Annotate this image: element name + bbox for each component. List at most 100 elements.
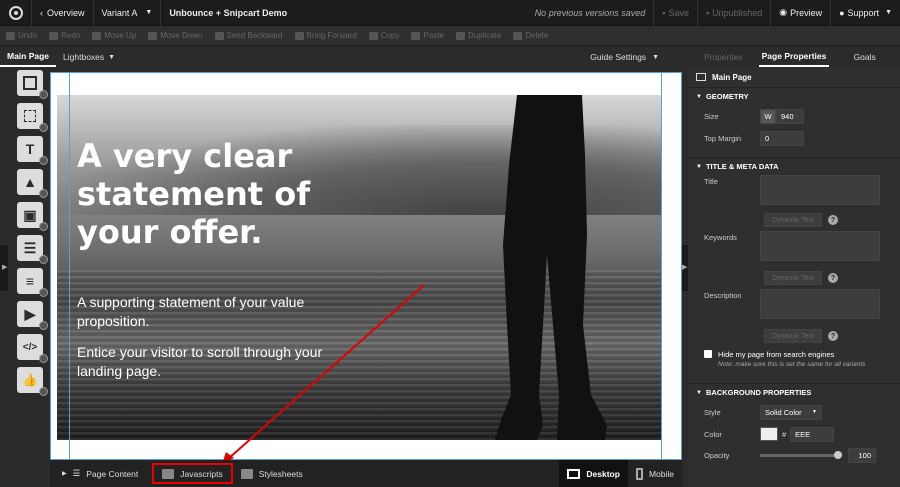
box-tool-icon[interactable]	[17, 103, 48, 132]
meta-section-header[interactable]: ▼ TITLE & META DATA	[688, 157, 900, 175]
logo-icon	[8, 5, 23, 20]
page-content-button[interactable]: ▶ ☰ Page Content	[50, 460, 146, 487]
keywords-dynamic-row: Dynamic Text ?	[688, 267, 900, 289]
undo-button[interactable]: Undo	[0, 31, 43, 40]
caret-down-icon: ▼	[108, 53, 116, 61]
save-button[interactable]: ▪ Save	[653, 0, 698, 26]
opacity-row: Opacity 100	[688, 445, 900, 465]
paste-button[interactable]: Paste	[405, 31, 449, 40]
stylesheets-button[interactable]: Stylesheets	[233, 460, 311, 487]
preview-button[interactable]: ◉ Preview	[771, 0, 832, 26]
video-tool-icon[interactable]: ▶	[17, 301, 48, 330]
unbounce-logo[interactable]	[0, 0, 32, 26]
description-textarea[interactable]	[760, 289, 880, 319]
person-silhouette-image	[495, 95, 607, 440]
guide-line-right[interactable]	[661, 73, 662, 461]
color-input[interactable]: EEE	[790, 426, 835, 442]
keywords-dynamic-text-button[interactable]: Dynamic Text	[764, 271, 822, 285]
undo-icon	[6, 31, 15, 40]
canvas-area: A very clear statement of your offer. A …	[50, 72, 682, 461]
color-row: Color # EEE	[688, 423, 900, 445]
tab-goals[interactable]: Goals	[829, 47, 900, 67]
unpublished-button[interactable]: ▪ Unpublished	[698, 0, 772, 26]
play-small-icon: ▶	[62, 471, 67, 477]
width-input[interactable]: 940	[776, 108, 804, 124]
custom-html-tool-icon[interactable]: </>	[17, 334, 48, 363]
caret-down-icon: ▼	[696, 93, 702, 100]
variant-dropdown[interactable]: Variant A ▼	[94, 0, 162, 26]
support-dropdown[interactable]: ● Support ▼	[831, 0, 900, 26]
caret-down-icon: ▼	[145, 9, 153, 16]
bring-forward-button[interactable]: Bring Forward	[289, 31, 363, 40]
hero-entice-text[interactable]: Entice your visitor to scroll through yo…	[77, 343, 337, 381]
button-tool-icon[interactable]: ▣	[17, 202, 48, 231]
copy-button[interactable]: Copy	[363, 31, 406, 40]
keywords-textarea[interactable]	[760, 231, 880, 261]
app: ‹ Overview Variant A ▼ Unbounce + Snipcart…	[0, 0, 900, 487]
opacity-slider-handle[interactable]	[834, 450, 842, 459]
tab-page-properties[interactable]: Page Properties	[758, 47, 830, 67]
section-tool-icon[interactable]	[17, 70, 48, 99]
description-dynamic-row: Dynamic Text ?	[688, 325, 900, 347]
mobile-view-button[interactable]: Mobile	[628, 460, 682, 487]
geometry-section-header[interactable]: ▼ GEOMETRY	[688, 87, 900, 105]
social-tool-icon[interactable]: 👍	[17, 367, 48, 396]
help-icon: ●	[839, 7, 845, 18]
tab-main-page[interactable]: Main Page	[0, 47, 57, 67]
element-sidebar: T ▲ ▣ ☰ ≡ ▶ </> 👍	[10, 70, 48, 415]
eye-icon: ◉	[779, 7, 788, 17]
top-margin-input[interactable]: 0	[760, 130, 804, 146]
tab-properties[interactable]: Properties	[688, 47, 759, 67]
help-icon[interactable]: ?	[828, 215, 838, 225]
form-tool-icon[interactable]: ☰	[17, 235, 48, 264]
delete-button[interactable]: Delete	[507, 31, 554, 40]
page-title: Unbounce + Snipcart Demo	[169, 7, 288, 18]
caret-down-icon: ▼	[696, 389, 702, 396]
image-tool-icon[interactable]: ▲	[17, 169, 48, 198]
description-dynamic-text-button[interactable]: Dynamic Text	[764, 329, 822, 343]
style-select[interactable]: Solid Color ▼	[760, 404, 822, 420]
color-swatch[interactable]	[760, 427, 778, 441]
move-up-icon	[92, 31, 102, 40]
javascript-icon	[162, 468, 175, 479]
versions-status: No previous versions saved	[534, 7, 646, 18]
overview-button[interactable]: ‹ Overview	[32, 0, 94, 26]
panel-tabs: Properties Page Properties Goals	[688, 47, 900, 67]
opacity-slider[interactable]	[760, 450, 842, 459]
trash-icon	[513, 31, 523, 40]
monitor-icon	[696, 73, 706, 81]
page-tabs: Main Page Lightboxes ▼ Guide Settings ▼	[0, 47, 680, 67]
background-section-header[interactable]: ▼ BACKGROUND PROPERTIES	[688, 383, 900, 401]
guide-settings-dropdown[interactable]: Guide Settings ▼	[583, 47, 666, 67]
copy-icon	[368, 31, 378, 40]
top-margin-row: Top Margin 0	[688, 127, 900, 149]
hide-search-checkbox[interactable]	[704, 350, 712, 358]
javascripts-button[interactable]: Javascripts	[152, 463, 233, 484]
move-down-button[interactable]: Move Down	[142, 31, 208, 40]
duplicate-button[interactable]: Duplicate	[450, 31, 507, 40]
hero-section[interactable]: A very clear statement of your offer. A …	[57, 95, 661, 440]
hero-headline[interactable]: A very clear statement of your offer.	[77, 137, 377, 251]
send-backward-icon	[214, 31, 224, 40]
title-dynamic-text-button[interactable]: Dynamic Text	[764, 213, 822, 227]
move-up-button[interactable]: Move Up	[86, 31, 142, 40]
title-row: Title	[688, 175, 900, 209]
opacity-input[interactable]: 100	[848, 447, 876, 463]
css-icon	[240, 468, 253, 479]
help-icon[interactable]: ?	[828, 273, 838, 283]
publish-icon: ▪	[705, 7, 710, 18]
redo-button[interactable]: Redo	[43, 31, 86, 40]
send-backward-button[interactable]: Send Backward	[209, 31, 289, 40]
text-tool-icon[interactable]: T	[17, 136, 48, 165]
hero-supporting-text[interactable]: A supporting statement of your value pro…	[77, 293, 337, 331]
bottom-bar: ▶ ☰ Page Content Javascripts Stylesheets D…	[50, 460, 682, 487]
tab-lightboxes[interactable]: Lightboxes ▼	[56, 47, 122, 67]
guide-line-left[interactable]	[69, 73, 70, 461]
layout-tool-icon[interactable]: ≡	[17, 268, 48, 297]
left-panel-toggle[interactable]: ▶	[0, 245, 8, 291]
size-row: Size W 940	[688, 105, 900, 127]
help-icon[interactable]: ?	[828, 331, 838, 341]
title-textarea[interactable]	[760, 175, 880, 205]
page-canvas[interactable]: A very clear statement of your offer. A …	[50, 72, 682, 461]
desktop-view-button[interactable]: Desktop	[559, 460, 628, 487]
